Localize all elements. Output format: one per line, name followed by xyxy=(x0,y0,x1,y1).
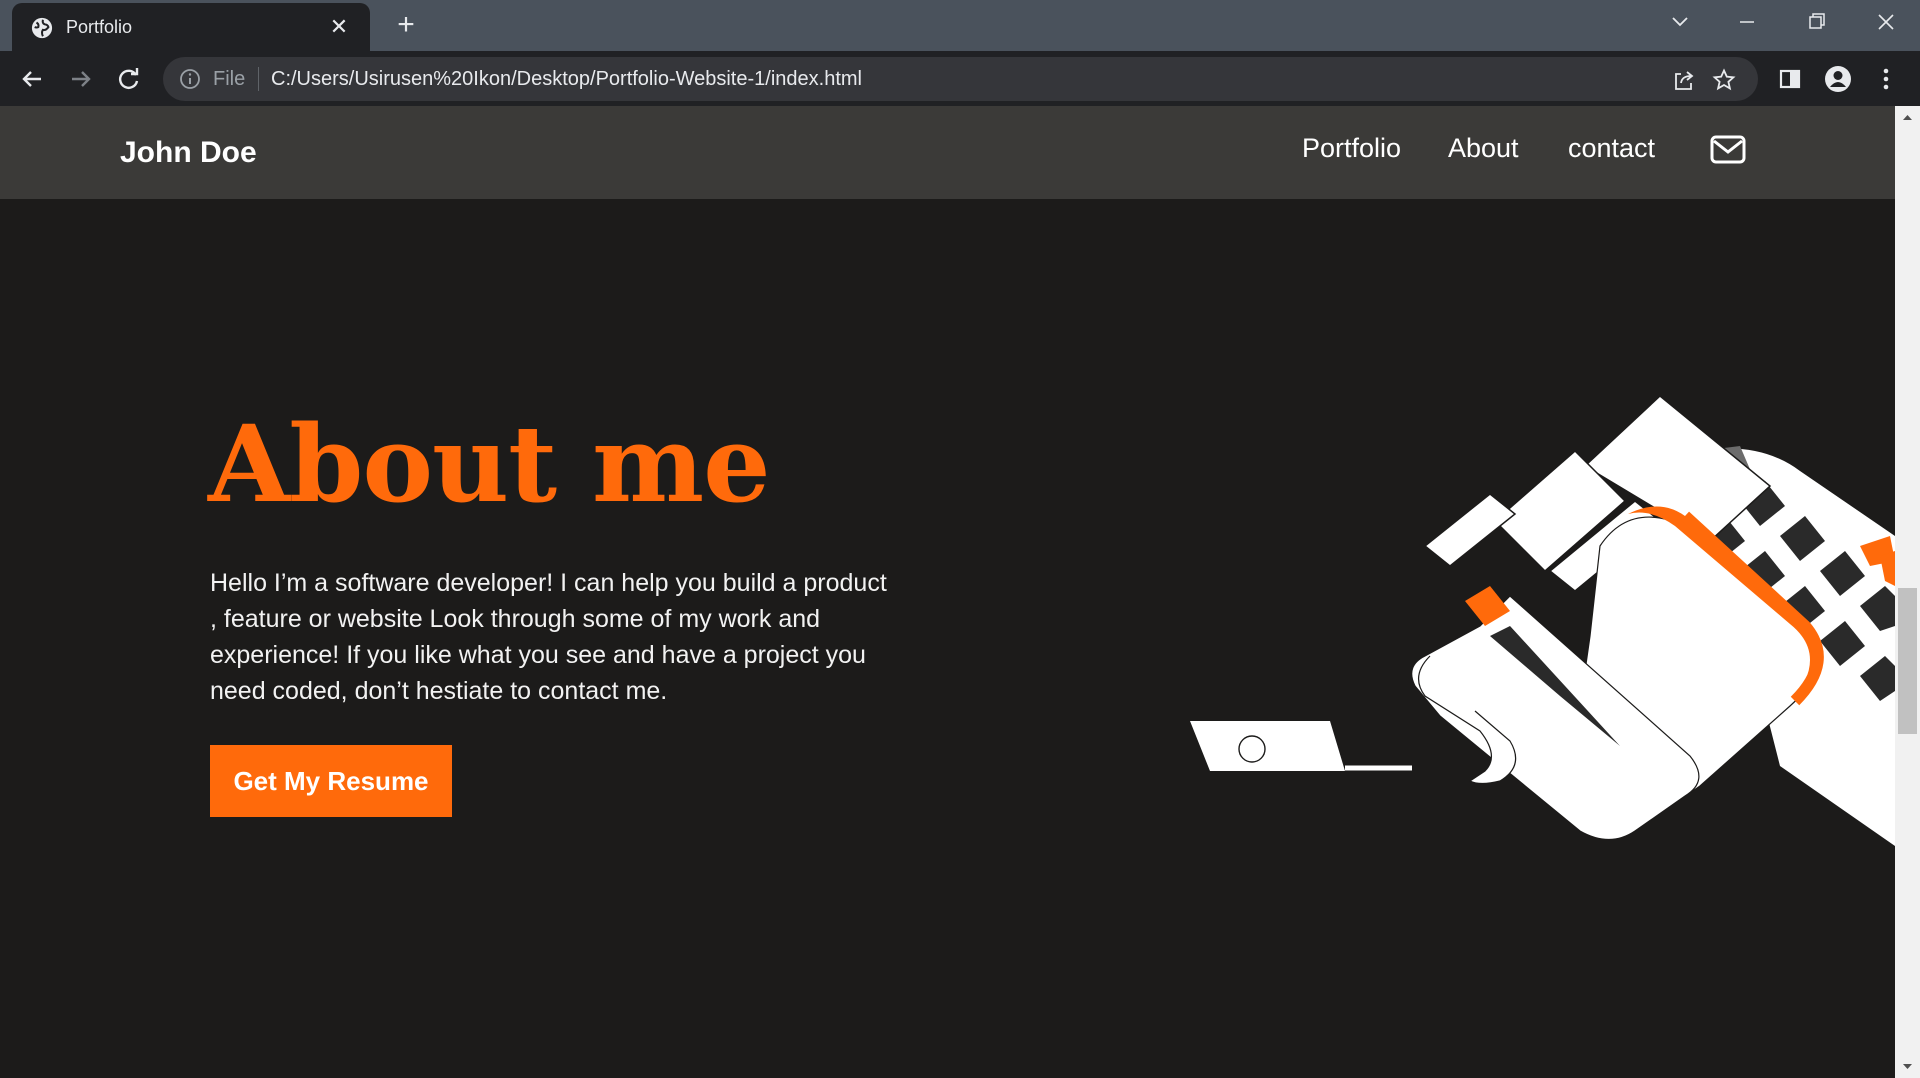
site-info-icon[interactable] xyxy=(179,68,201,90)
side-panel-icon[interactable] xyxy=(1774,63,1806,95)
url-scheme-label: File xyxy=(213,68,246,90)
scrollbar-thumb[interactable] xyxy=(1898,588,1917,734)
browser-tabstrip: Portfolio ✕ + xyxy=(0,0,1920,51)
address-bar[interactable]: File C:/Users/Usirusen%20Ikon/Desktop/Po… xyxy=(163,57,1758,101)
hero-title: About me xyxy=(208,401,771,526)
nav-link-contact[interactable]: contact xyxy=(1568,133,1655,164)
hero-description: Hello I’m a software developer! I can he… xyxy=(210,569,887,705)
browser-tab[interactable]: Portfolio ✕ xyxy=(12,3,370,51)
profile-avatar-icon[interactable] xyxy=(1822,63,1854,95)
mail-icon[interactable] xyxy=(1710,134,1746,166)
tab-title: Portfolio xyxy=(66,17,133,37)
back-arrow-icon[interactable] xyxy=(16,63,48,95)
get-resume-button[interactable]: Get My Resume xyxy=(210,745,452,817)
reload-icon[interactable] xyxy=(113,63,145,95)
minimize-icon[interactable] xyxy=(1727,6,1767,38)
site-header: John Doe Portfolio About contact xyxy=(0,106,1895,199)
nav-link-portfolio[interactable]: Portfolio xyxy=(1302,133,1401,164)
globe-icon xyxy=(31,17,53,39)
hero-illustration xyxy=(1190,395,1895,846)
tab-search-chevron-icon[interactable] xyxy=(1660,6,1700,38)
restore-icon[interactable] xyxy=(1796,6,1836,38)
scroll-down-arrow-icon[interactable] xyxy=(1895,1053,1920,1078)
tab-close-icon[interactable]: ✕ xyxy=(326,14,352,40)
scroll-up-arrow-icon[interactable] xyxy=(1895,106,1920,131)
new-tab-button[interactable]: + xyxy=(390,10,422,42)
forward-arrow-icon[interactable] xyxy=(65,63,97,95)
bookmark-star-icon[interactable] xyxy=(1712,68,1736,92)
omnibox-separator xyxy=(258,67,259,91)
url-text[interactable]: C:/Users/Usirusen%20Ikon/Desktop/Portfol… xyxy=(271,68,862,91)
brand-name[interactable]: John Doe xyxy=(120,136,257,170)
page-scrollbar[interactable] xyxy=(1895,106,1920,1078)
nav-link-about[interactable]: About xyxy=(1448,133,1519,164)
close-window-icon[interactable] xyxy=(1866,6,1906,38)
share-icon[interactable] xyxy=(1672,68,1696,92)
kebab-menu-icon[interactable] xyxy=(1870,63,1902,95)
page-viewport: John Doe Portfolio About contact About m… xyxy=(0,106,1895,1078)
browser-toolbar: File C:/Users/Usirusen%20Ikon/Desktop/Po… xyxy=(0,51,1920,106)
